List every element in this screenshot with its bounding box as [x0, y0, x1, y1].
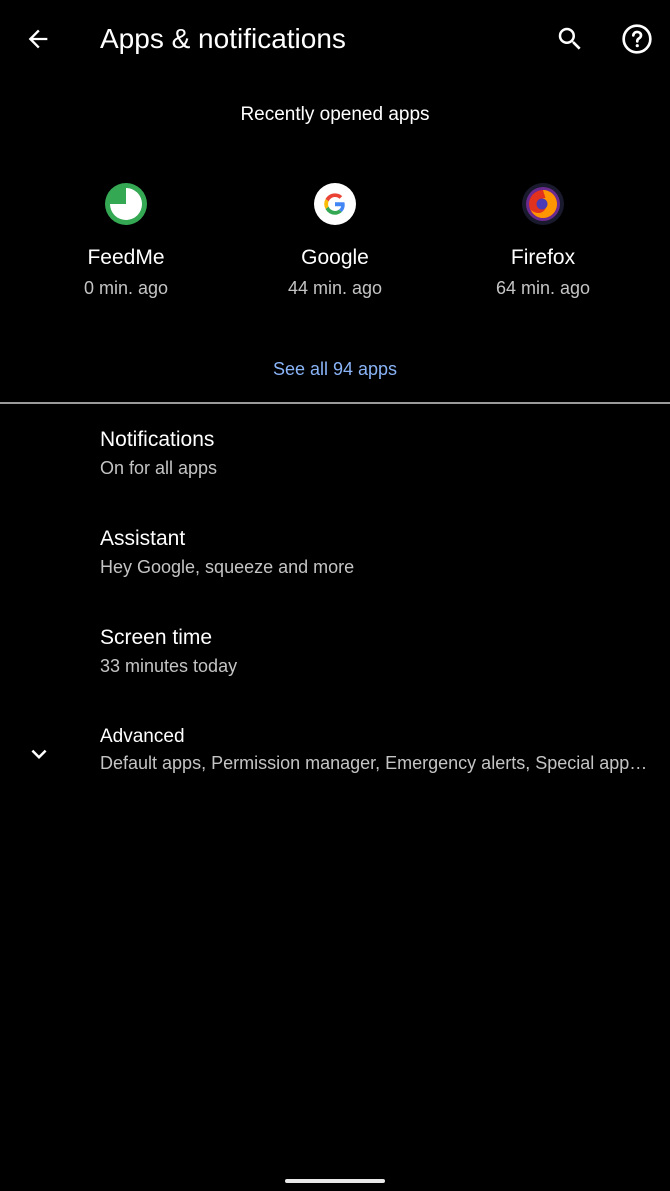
recent-apps-row: FeedMe 0 min. ago Google 44 min. ago Fir…	[0, 178, 670, 308]
back-button[interactable]	[20, 21, 56, 57]
app-name: FeedMe	[87, 246, 165, 269]
section-divider	[0, 402, 670, 404]
setting-assistant[interactable]: Assistant Hey Google, squeeze and more	[0, 512, 670, 604]
recent-apps-header: Recently opened apps	[240, 104, 430, 125]
setting-advanced[interactable]: Advanced Default apps, Permission manage…	[0, 702, 670, 794]
help-button[interactable]	[618, 20, 656, 58]
setting-subtitle: 33 minutes today	[100, 656, 238, 676]
setting-subtitle: On for all apps	[100, 458, 218, 478]
chevron-down-icon	[31, 749, 47, 759]
app-name: Google	[301, 246, 369, 269]
see-all-apps-link[interactable]: See all 94 apps	[0, 356, 670, 382]
setting-screen-time[interactable]: Screen time 33 minutes today	[0, 611, 670, 703]
recent-app-firefox[interactable]: Firefox 64 min. ago	[443, 178, 643, 308]
setting-title: Notifications	[100, 428, 215, 451]
search-button[interactable]	[551, 20, 589, 58]
arrow-back-icon	[28, 29, 48, 49]
setting-title: Assistant	[100, 527, 186, 550]
setting-subtitle: Default apps, Permission manager, Emerge…	[100, 753, 648, 773]
app-last-opened: 44 min. ago	[287, 278, 383, 298]
top-app-bar: Apps & notifications	[0, 0, 670, 78]
app-name: Firefox	[510, 246, 576, 269]
recent-app-feedme[interactable]: FeedMe 0 min. ago	[26, 178, 226, 308]
firefox-icon	[522, 183, 564, 225]
help-icon	[622, 24, 652, 54]
app-last-opened: 64 min. ago	[495, 278, 591, 298]
setting-notifications[interactable]: Notifications On for all apps	[0, 412, 670, 504]
page-title: Apps & notifications	[100, 23, 346, 54]
feedme-icon	[105, 183, 147, 225]
search-icon	[558, 27, 581, 50]
gesture-nav-handle[interactable]	[285, 1179, 385, 1183]
setting-title: Screen time	[100, 626, 213, 649]
setting-subtitle: Hey Google, squeeze and more	[100, 557, 355, 577]
google-icon	[314, 183, 356, 225]
recent-app-google[interactable]: Google 44 min. ago	[235, 178, 435, 308]
setting-title: Advanced	[100, 726, 185, 747]
app-last-opened: 0 min. ago	[83, 278, 169, 298]
